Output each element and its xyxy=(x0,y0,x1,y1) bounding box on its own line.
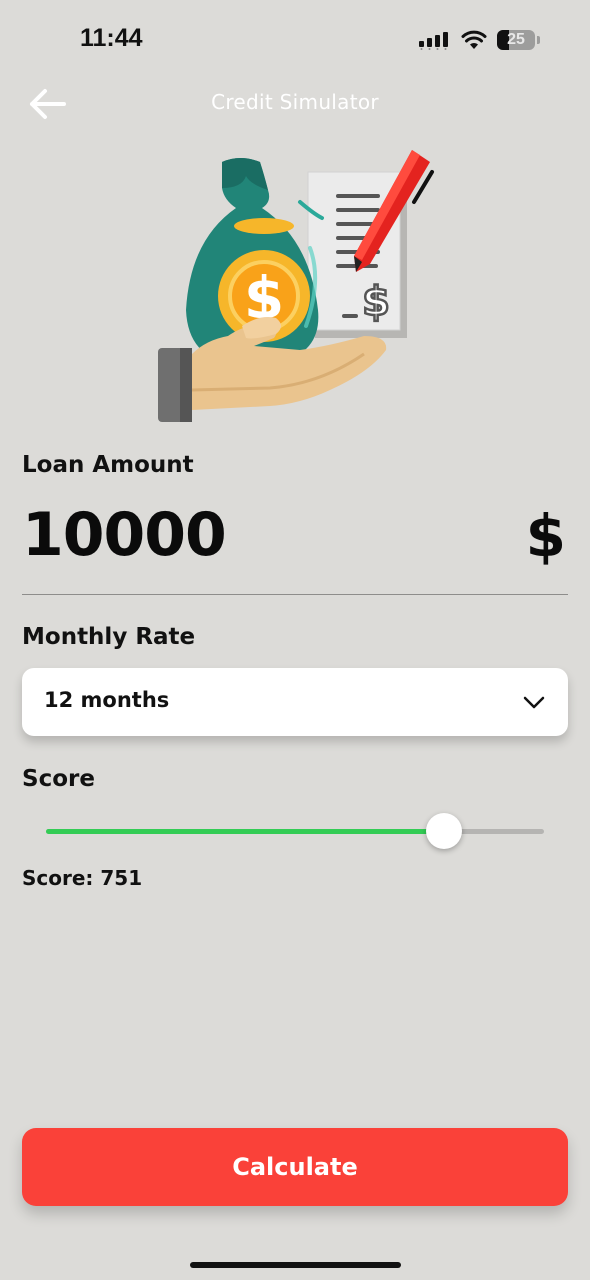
calculate-button[interactable]: Calculate xyxy=(22,1128,568,1206)
page-title: Credit Simulator xyxy=(211,90,379,114)
nav-header: Credit Simulator xyxy=(0,80,590,130)
score-slider[interactable] xyxy=(46,812,544,852)
monthly-rate-label: Monthly Rate xyxy=(22,624,196,650)
status-icons: 25 xyxy=(419,28,540,52)
status-bar: 11:44 25 xyxy=(0,0,590,80)
loan-amount-input[interactable]: 10000 xyxy=(22,500,227,570)
score-slider-thumb[interactable] xyxy=(426,813,463,849)
score-value-text: Score: 751 xyxy=(22,866,143,890)
wifi-icon xyxy=(461,30,487,49)
loan-amount-divider xyxy=(22,594,568,595)
status-time: 11:44 xyxy=(80,24,143,52)
monthly-rate-selected-value: 12 months xyxy=(44,688,170,712)
loan-amount-label: Loan Amount xyxy=(22,452,194,478)
chevron-down-icon xyxy=(523,696,545,709)
score-slider-fill xyxy=(46,829,445,834)
battery-icon: 25 xyxy=(497,30,535,50)
document-dollar-sign: $ xyxy=(362,279,390,325)
score-label: Score xyxy=(22,766,95,792)
monthly-rate-select[interactable]: 12 months xyxy=(22,668,568,736)
battery-level: 25 xyxy=(507,31,525,48)
cellular-signal-icon xyxy=(419,32,448,50)
currency-symbol: $ xyxy=(525,502,566,570)
money-bag-illustration: $ $ xyxy=(158,150,434,422)
home-indicator xyxy=(190,1262,401,1268)
